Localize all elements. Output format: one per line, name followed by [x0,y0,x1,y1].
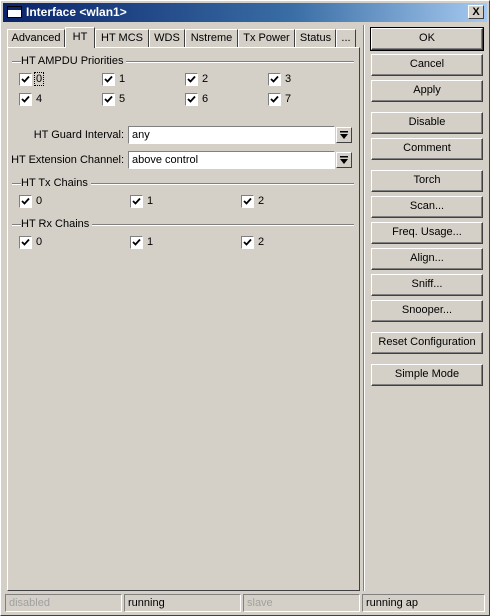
window-icon [7,6,22,18]
tx-chain-1-checkbox[interactable] [130,195,143,208]
status-enabled: disabled [5,594,122,612]
ampdu-3-label: 3 [285,73,292,85]
ampdu-1-label: 1 [119,73,126,85]
ampdu-6-label: 6 [202,93,209,105]
scan-button[interactable]: Scan... [371,196,483,218]
close-button[interactable]: X [468,5,484,19]
tab-ht[interactable]: HT [65,27,95,48]
comment-button[interactable]: Comment [371,138,483,160]
tab-tx-power[interactable]: Tx Power [238,29,295,47]
ampdu-6-checkbox[interactable] [185,93,198,106]
tab-ht-mcs[interactable]: HT MCS [95,29,149,47]
rx-chain-1-checkbox[interactable] [130,236,143,249]
status-bar: disabled running slave running ap [3,594,487,613]
interface-window: Interface <wlan1> X Advanced HT HT MCS W… [0,0,490,616]
ampdu-7-checkbox[interactable] [268,93,281,106]
tx-chain-0-label: 0 [36,195,43,207]
guard-interval-select[interactable]: any [128,126,335,144]
snooper-button[interactable]: Snooper... [371,300,483,322]
tab-advanced[interactable]: Advanced [7,29,65,47]
freq-usage-button[interactable]: Freq. Usage... [371,222,483,244]
ok-button[interactable]: OK [370,27,484,51]
tx-chain-0-checkbox[interactable] [19,195,32,208]
rx-chain-1-label: 1 [147,236,154,248]
ampdu-5-checkbox[interactable] [102,93,115,106]
guard-interval-label: HT Guard Interval: [33,129,124,141]
rx-chain-2-label: 2 [258,236,265,248]
rx-chain-2-checkbox[interactable] [241,236,254,249]
status-slave: slave [243,594,360,612]
window-title: Interface <wlan1> [26,5,127,19]
button-column-divider [363,25,365,591]
ampdu-3-checkbox[interactable] [268,73,281,86]
rx-chain-0-checkbox[interactable] [19,236,32,249]
tab-more[interactable]: ... [336,29,356,47]
ampdu-4-checkbox[interactable] [19,93,32,106]
ampdu-5-label: 5 [119,93,126,105]
disable-button[interactable]: Disable [371,112,483,134]
ampdu-1-checkbox[interactable] [102,73,115,86]
status-state: running ap [362,594,485,612]
ampdu-0-checkbox[interactable] [19,73,32,86]
align-button[interactable]: Align... [371,248,483,270]
extension-channel-label: HT Extension Channel: [11,154,124,166]
ampdu-section-title: HT AMPDU Priorities [21,55,127,67]
tx-chain-1-label: 1 [147,195,154,207]
tx-chains-section-title: HT Tx Chains [21,177,91,189]
ht-tab-panel: HT AMPDU Priorities 0 1 2 3 4 5 6 7 HT G… [7,47,360,591]
tab-status[interactable]: Status [295,29,336,47]
status-running: running [124,594,241,612]
simple-mode-button[interactable]: Simple Mode [371,364,483,386]
cancel-button[interactable]: Cancel [371,54,483,76]
guard-interval-dropdown-button[interactable] [336,127,352,143]
tab-wds[interactable]: WDS [149,29,185,47]
extension-channel-select[interactable]: above control [128,151,335,169]
title-bar[interactable]: Interface <wlan1> X [3,3,487,22]
extension-channel-dropdown-button[interactable] [336,152,352,168]
ampdu-4-label: 4 [36,93,43,105]
rx-chains-section-title: HT Rx Chains [21,218,93,230]
torch-button[interactable]: Torch [371,170,483,192]
guard-interval-value: any [132,129,150,141]
rx-chain-0-label: 0 [36,236,43,248]
apply-button[interactable]: Apply [371,80,483,102]
sniff-button[interactable]: Sniff... [371,274,483,296]
tx-chain-2-checkbox[interactable] [241,195,254,208]
extension-channel-value: above control [132,154,199,166]
ampdu-2-label: 2 [202,73,209,85]
reset-configuration-button[interactable]: Reset Configuration [371,332,483,354]
dropdown-arrow-icon [340,131,348,139]
ampdu-7-label: 7 [285,93,292,105]
ampdu-0-label: 0 [33,72,45,86]
tx-chain-2-label: 2 [258,195,265,207]
ampdu-2-checkbox[interactable] [185,73,198,86]
tab-nstreme[interactable]: Nstreme [185,29,238,47]
dropdown-arrow-icon [340,156,348,164]
